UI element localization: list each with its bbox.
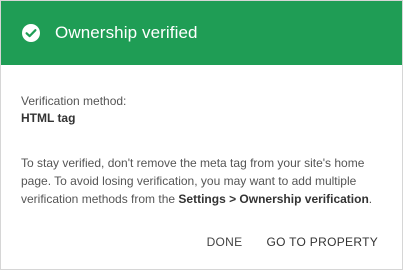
verification-info-text: To stay verified, don't remove the meta … [21, 154, 381, 208]
verification-method-value: HTML tag [21, 111, 76, 125]
go-to-property-button[interactable]: GO TO PROPERTY [266, 235, 378, 250]
info-text-part2: . [368, 192, 373, 206]
dialog-actions: DONE GO TO PROPERTY [207, 235, 378, 250]
dialog-title: Ownership verified [55, 23, 198, 42]
verification-method-label: Verification method: [21, 94, 127, 108]
ownership-verified-dialog: Ownership verified Verification method: … [0, 0, 403, 270]
settings-path: Settings > Ownership verification [178, 192, 369, 206]
done-button[interactable]: DONE [207, 235, 243, 250]
dialog-header: Ownership verified [1, 1, 402, 65]
check-circle-icon [22, 24, 40, 42]
